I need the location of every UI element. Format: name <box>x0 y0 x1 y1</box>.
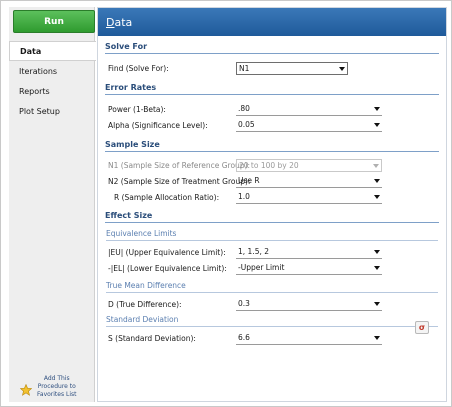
row-n1: N1 (Sample Size of Reference Group): 20 … <box>108 158 438 172</box>
alpha-value: 0.05 <box>238 120 255 129</box>
chevron-down-icon[interactable] <box>374 265 380 270</box>
chevron-down-icon[interactable] <box>374 178 380 183</box>
el-combobox[interactable]: -Upper Limit <box>236 262 382 275</box>
alpha-combobox[interactable]: 0.05 <box>236 119 382 132</box>
chevron-down-icon[interactable] <box>374 122 380 127</box>
n2-value: Use R <box>238 176 260 185</box>
row-n2: N2 (Sample Size of Treatment Group): Use… <box>108 174 438 188</box>
add-to-favorites[interactable]: Add This Procedure to Favorites List <box>19 375 93 405</box>
power-label: Power (1-Beta): <box>108 104 166 114</box>
find-label: Find (Solve For): <box>108 63 169 73</box>
subhead-true-mean-difference: True Mean Difference <box>106 281 438 293</box>
favorites-line-2: Procedure to <box>37 383 76 390</box>
sigma-button[interactable]: σ <box>415 321 429 334</box>
section-solve-for: Solve For <box>105 42 439 54</box>
row-alpha: Alpha (Significance Level): 0.05 <box>108 118 438 132</box>
n1-label: N1 (Sample Size of Reference Group): <box>108 160 251 170</box>
chevron-down-icon[interactable] <box>374 301 380 306</box>
favorites-line-3: Favorites List <box>37 391 77 398</box>
main-panel: Data Solve For Find (Solve For): N1 Erro… <box>97 7 447 402</box>
app-window: Run Data Iterations Reports Plot Setup A… <box>0 0 452 407</box>
section-error-rates: Error Rates <box>105 83 439 95</box>
sidebar-item-iterations[interactable]: Iterations <box>9 61 95 81</box>
find-value: N1 <box>239 63 250 73</box>
el-value: -Upper Limit <box>238 263 285 272</box>
sidebar-item-reports[interactable]: Reports <box>9 81 95 101</box>
page-title: Data <box>106 15 133 29</box>
row-el: -|EL| (Lower Equivalence Limit): -Upper … <box>108 261 438 275</box>
find-select[interactable]: N1 <box>236 61 348 75</box>
d-combobox[interactable]: 0.3 <box>236 298 382 311</box>
sidebar: Run Data Iterations Reports Plot Setup A… <box>9 7 96 405</box>
section-sample-size: Sample Size <box>105 140 439 152</box>
row-r: R (Sample Allocation Ratio): 1.0 <box>108 190 438 204</box>
n1-value: 20 to 100 by 20 <box>239 160 299 170</box>
d-label: D (True Difference): <box>108 299 182 309</box>
panel-title-bar: Data <box>98 8 446 36</box>
chevron-down-icon[interactable] <box>374 249 380 254</box>
alpha-label: Alpha (Significance Level): <box>108 120 208 130</box>
chevron-down-icon <box>339 66 345 71</box>
chevron-down-icon[interactable] <box>374 106 380 111</box>
power-combobox[interactable]: .80 <box>236 103 382 116</box>
chevron-down-icon[interactable] <box>374 194 380 199</box>
chevron-down-icon[interactable] <box>374 335 380 340</box>
s-combobox[interactable]: 6.6 <box>236 332 382 345</box>
n2-label: N2 (Sample Size of Treatment Group): <box>108 176 251 186</box>
run-button[interactable]: Run <box>13 10 95 33</box>
row-eu: |EU| (Upper Equivalence Limit): 1, 1.5, … <box>108 245 438 259</box>
favorites-label: Add This Procedure to Favorites List <box>37 375 77 399</box>
eu-label: |EU| (Upper Equivalence Limit): <box>108 247 226 257</box>
r-label: R (Sample Allocation Ratio): <box>114 192 220 202</box>
s-value: 6.6 <box>238 333 250 342</box>
power-value: .80 <box>238 104 250 113</box>
n2-combobox[interactable]: Use R <box>236 175 382 188</box>
section-effect-size: Effect Size <box>105 211 439 223</box>
r-value: 1.0 <box>238 192 250 201</box>
d-value: 0.3 <box>238 299 250 308</box>
sidebar-nav: Data Iterations Reports Plot Setup <box>9 41 96 121</box>
row-s: S (Standard Deviation): 6.6 <box>108 331 438 345</box>
eu-value: 1, 1.5, 2 <box>238 247 270 256</box>
s-label: S (Standard Deviation): <box>108 333 196 343</box>
eu-combobox[interactable]: 1, 1.5, 2 <box>236 246 382 259</box>
subhead-standard-deviation: Standard Deviation <box>106 315 438 327</box>
el-label: -|EL| (Lower Equivalence Limit): <box>108 263 227 273</box>
row-power: Power (1-Beta): .80 <box>108 102 438 116</box>
sidebar-item-plot-setup[interactable]: Plot Setup <box>9 101 95 121</box>
favorites-line-1: Add This <box>43 375 70 382</box>
n1-combobox: 20 to 100 by 20 <box>236 158 382 172</box>
chevron-down-icon <box>373 163 379 168</box>
star-icon <box>19 383 33 397</box>
sidebar-item-data[interactable]: Data <box>9 41 96 61</box>
subhead-equivalence-limits: Equivalence Limits <box>106 229 438 241</box>
r-combobox[interactable]: 1.0 <box>236 191 382 204</box>
row-d: D (True Difference): 0.3 <box>108 297 438 311</box>
row-find: Find (Solve For): N1 <box>108 61 438 75</box>
